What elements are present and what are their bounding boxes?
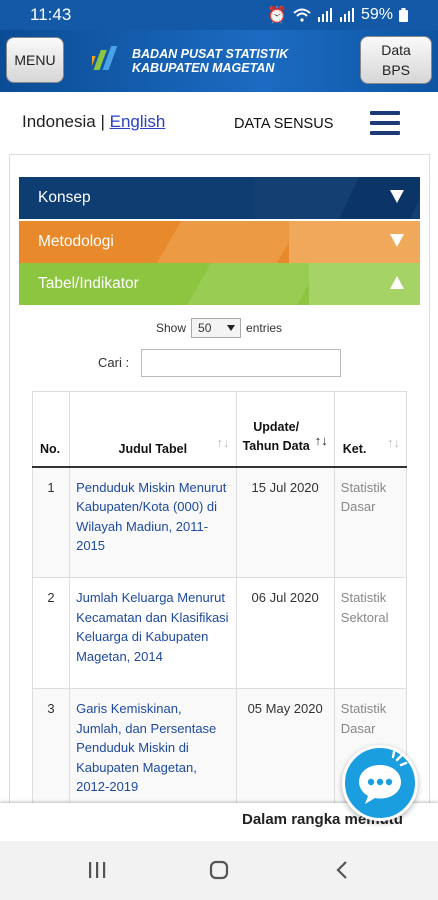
sort-icon: ↑↓ (216, 434, 230, 450)
accordion-metodologi-label: Metodologi (38, 233, 114, 250)
cell-update: 06 Jul 2020 (235, 577, 335, 689)
cell-no: 1 (31, 466, 71, 578)
data-bps-label-1: Data (381, 42, 411, 58)
entries-label: entries (246, 321, 283, 335)
entries-select-value: 50 (198, 321, 212, 335)
data-sensus-link[interactable]: DATA SENSUS (234, 116, 333, 132)
table-row: 1 Penduduk Miskin Menurut Kabupaten/Kota… (31, 466, 408, 578)
column-header-no[interactable]: No. (31, 391, 71, 467)
menu-button[interactable]: MENU (6, 37, 64, 83)
content-panel: Konsep Metodologi Tabel/Indikator Show 5… (9, 154, 430, 804)
cell-judul-link[interactable]: Jumlah Keluarga Menurut Kecamatan dan Kl… (69, 577, 237, 689)
chat-bubble-icon (359, 750, 408, 804)
chevron-up-icon (390, 276, 404, 289)
signal-icon (317, 8, 332, 22)
cell-judul-link[interactable]: Penduduk Miskin Menurut Kabupaten/Kota (… (69, 466, 237, 578)
battery-percent: 59% (360, 6, 393, 23)
column-header-judul[interactable]: Judul Tabel ↑↓ (69, 391, 237, 467)
app-header: MENU BADAN PUSAT STATISTIK KABUPATEN MAG… (0, 30, 438, 92)
search-label: Cari : (98, 355, 130, 370)
bps-logo[interactable]: BADAN PUSAT STATISTIK KABUPATEN MAGETAN (92, 44, 288, 78)
cell-update: 15 Jul 2020 (235, 466, 335, 578)
language-bar: Indonesia | English DATA SENSUS (0, 92, 438, 154)
accordion-konsep-label: Konsep (38, 189, 91, 206)
cell-no: 2 (31, 577, 71, 689)
accordion-tabel-label: Tabel/Indikator (38, 275, 139, 292)
home-icon[interactable] (208, 859, 230, 881)
chevron-down-icon (390, 234, 404, 247)
accordion-konsep[interactable]: Konsep (19, 177, 420, 219)
data-bps-button[interactable]: Data BPS (360, 36, 432, 84)
chat-button[interactable] (342, 745, 418, 821)
status-icons: ⏰ 59% (267, 5, 408, 25)
logo-text: BADAN PUSAT STATISTIK KABUPATEN MAGETAN (132, 47, 288, 75)
signal-icon-2 (339, 8, 354, 22)
language-switch: Indonesia | English (22, 112, 165, 132)
cell-no: 3 (31, 688, 71, 804)
show-label: Show (156, 321, 187, 335)
status-bar: 11:43 ⏰ 59% (0, 0, 438, 30)
entries-length: Show 50 entries (156, 318, 282, 338)
sort-desc-icon: ↑↓ (314, 432, 328, 448)
accordion-metodologi[interactable]: Metodologi (19, 221, 420, 263)
select-caret-icon (227, 325, 236, 331)
status-time: 11:43 (30, 5, 72, 24)
lang-english-link[interactable]: English (110, 112, 166, 131)
table-row: 2 Jumlah Keluarga Menurut Kecamatan dan … (31, 577, 408, 689)
accordion-tabel-indikator[interactable]: Tabel/Indikator (19, 263, 420, 305)
column-header-update[interactable]: Update/ Tahun Data ↑↓ (235, 391, 335, 467)
logo-line2: KABUPATEN MAGETAN (132, 61, 275, 75)
cell-ket: Statistik Sektoral (333, 577, 408, 689)
back-icon[interactable] (332, 859, 354, 881)
column-header-ket[interactable]: Ket. ↑↓ (333, 391, 408, 467)
chevron-down-icon (390, 190, 404, 203)
lang-separator: | (95, 112, 110, 131)
sort-icon: ↑↓ (387, 434, 400, 450)
data-bps-label-2: BPS (381, 62, 410, 78)
recent-apps-icon[interactable] (86, 859, 108, 881)
alarm-icon: ⏰ (267, 7, 287, 24)
bps-logo-icon (92, 46, 118, 70)
lang-indonesia[interactable]: Indonesia (22, 112, 96, 131)
logo-line1: BADAN PUSAT STATISTIK (132, 47, 289, 61)
data-table: No. Judul Tabel ↑↓ Update/ Tahun Data ↑↓ K… (31, 391, 408, 804)
wifi-icon (293, 8, 311, 22)
table-header-row: No. Judul Tabel ↑↓ Update/ Tahun Data ↑↓ K… (31, 391, 408, 467)
cell-judul-link[interactable]: Garis Kemiskinan, Jumlah, dan Persentase… (69, 688, 237, 804)
hamburger-menu-icon[interactable] (370, 111, 400, 135)
battery-icon (399, 8, 408, 22)
cell-update: 05 May 2020 (235, 688, 335, 804)
entries-select[interactable]: 50 (191, 318, 242, 338)
search-input[interactable] (141, 349, 341, 377)
system-nav-bar (0, 841, 438, 900)
cell-ket: Statistik Dasar (333, 466, 408, 578)
